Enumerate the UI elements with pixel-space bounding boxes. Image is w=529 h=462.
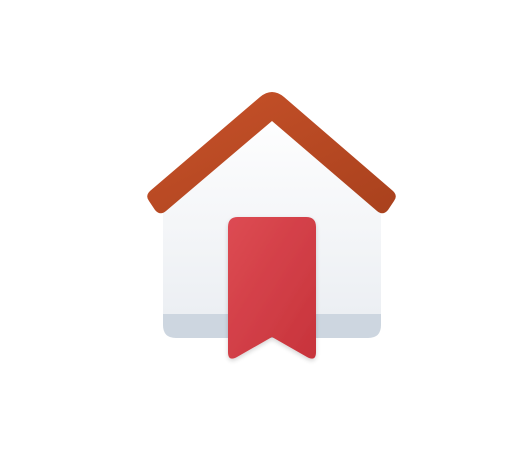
home-bookmark-icon (147, 92, 396, 359)
icon-canvas (0, 0, 529, 462)
